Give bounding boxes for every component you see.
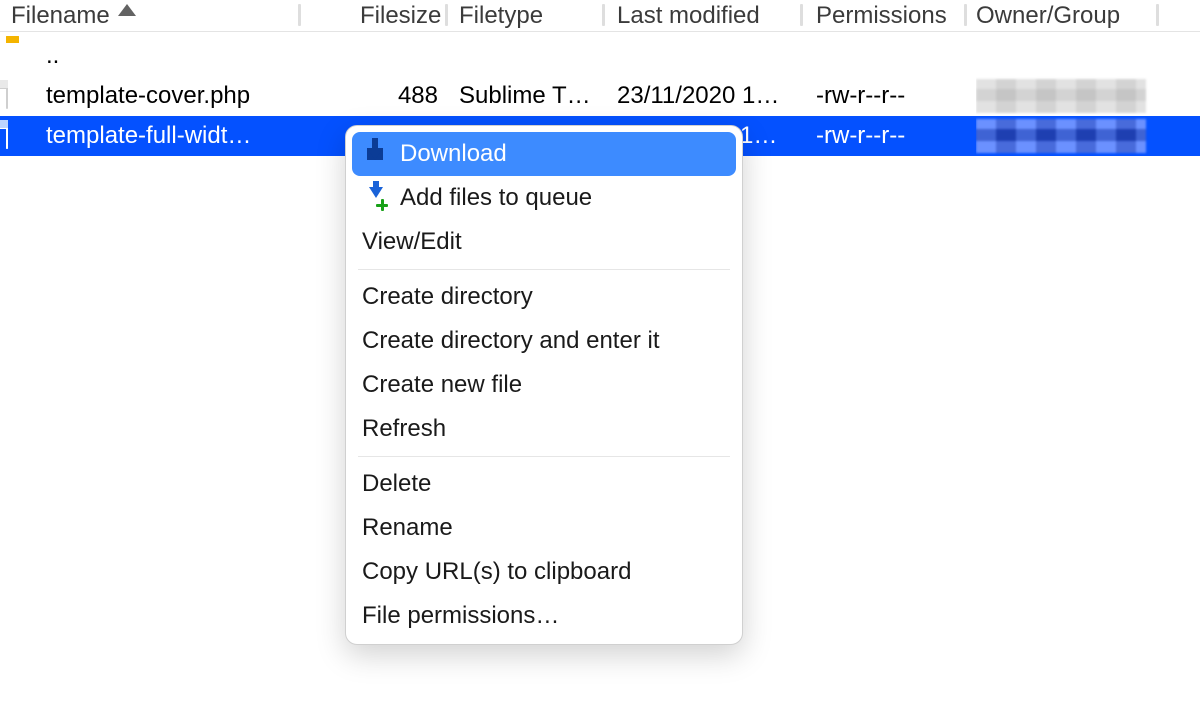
- file-name: template-cover.php: [46, 82, 250, 110]
- column-label: Owner/Group: [976, 2, 1120, 30]
- file-size: 488: [398, 82, 438, 110]
- file-icon: [6, 121, 36, 151]
- file-permissions: -rw-r--r--: [816, 82, 905, 110]
- menu-label: Delete: [362, 470, 431, 498]
- menu-item-create-new-file[interactable]: Create new file: [352, 363, 736, 407]
- column-label: Permissions: [816, 2, 947, 30]
- menu-label: Add files to queue: [400, 184, 592, 212]
- context-menu: Download Add files to queue View/Edit Cr…: [345, 125, 743, 645]
- menu-item-refresh[interactable]: Refresh: [352, 407, 736, 451]
- menu-item-add-files-to-queue[interactable]: Add files to queue: [352, 176, 736, 220]
- download-icon: [362, 148, 388, 160]
- column-resize-handle[interactable]: [1156, 4, 1159, 26]
- menu-item-rename[interactable]: Rename: [352, 506, 736, 550]
- menu-label: Create new file: [362, 371, 522, 399]
- sort-ascending-icon: [118, 4, 136, 16]
- menu-item-file-permissions[interactable]: File permissions…: [352, 594, 736, 638]
- menu-item-copy-url[interactable]: Copy URL(s) to clipboard: [352, 550, 736, 594]
- column-resize-handle[interactable]: [602, 4, 605, 26]
- menu-label: Download: [400, 140, 507, 168]
- menu-label: View/Edit: [362, 228, 462, 256]
- column-header-row: Filename Filesize Filetype Last modified…: [0, 0, 1200, 32]
- column-resize-handle[interactable]: [800, 4, 803, 26]
- file-icon: [6, 81, 36, 111]
- column-header-filename[interactable]: Filename: [11, 0, 136, 32]
- column-header-permissions[interactable]: Permissions: [816, 0, 947, 32]
- menu-item-create-directory[interactable]: Create directory: [352, 275, 736, 319]
- owner-group-blurred: [976, 119, 1146, 153]
- menu-separator: [358, 269, 730, 270]
- file-permissions: -rw-r--r--: [816, 122, 905, 150]
- column-label: Filename: [11, 2, 110, 30]
- file-modified-partial: 1…: [740, 122, 777, 150]
- column-header-filetype[interactable]: Filetype: [459, 0, 543, 32]
- menu-separator: [358, 456, 730, 457]
- file-modified: 23/11/2020 1…: [617, 82, 779, 110]
- menu-label: File permissions…: [362, 602, 559, 630]
- folder-icon: [6, 41, 36, 71]
- menu-item-delete[interactable]: Delete: [352, 462, 736, 506]
- column-header-last-modified[interactable]: Last modified: [617, 0, 760, 32]
- column-header-filesize[interactable]: Filesize: [360, 0, 441, 32]
- menu-label: Create directory and enter it: [362, 327, 659, 355]
- column-header-owner-group[interactable]: Owner/Group: [976, 0, 1120, 32]
- owner-group-blurred: [976, 79, 1146, 113]
- column-resize-handle[interactable]: [298, 4, 301, 26]
- column-label: Last modified: [617, 2, 760, 30]
- menu-item-create-directory-enter[interactable]: Create directory and enter it: [352, 319, 736, 363]
- add-to-queue-icon: [362, 187, 388, 209]
- column-label: Filetype: [459, 2, 543, 30]
- parent-directory-row[interactable]: ..: [0, 36, 1200, 76]
- menu-item-download[interactable]: Download: [352, 132, 736, 176]
- menu-label: Refresh: [362, 415, 446, 443]
- file-row[interactable]: template-cover.php 488 Sublime T… 23/11/…: [0, 76, 1200, 116]
- menu-label: Copy URL(s) to clipboard: [362, 558, 631, 586]
- file-type: Sublime T…: [459, 82, 591, 110]
- menu-item-view-edit[interactable]: View/Edit: [352, 220, 736, 264]
- menu-label: Create directory: [362, 283, 533, 311]
- column-resize-handle[interactable]: [964, 4, 967, 26]
- file-name: template-full-widt…: [46, 122, 251, 150]
- file-name: ..: [46, 42, 59, 70]
- column-resize-handle[interactable]: [445, 4, 448, 26]
- column-label: Filesize: [360, 2, 441, 30]
- menu-label: Rename: [362, 514, 453, 542]
